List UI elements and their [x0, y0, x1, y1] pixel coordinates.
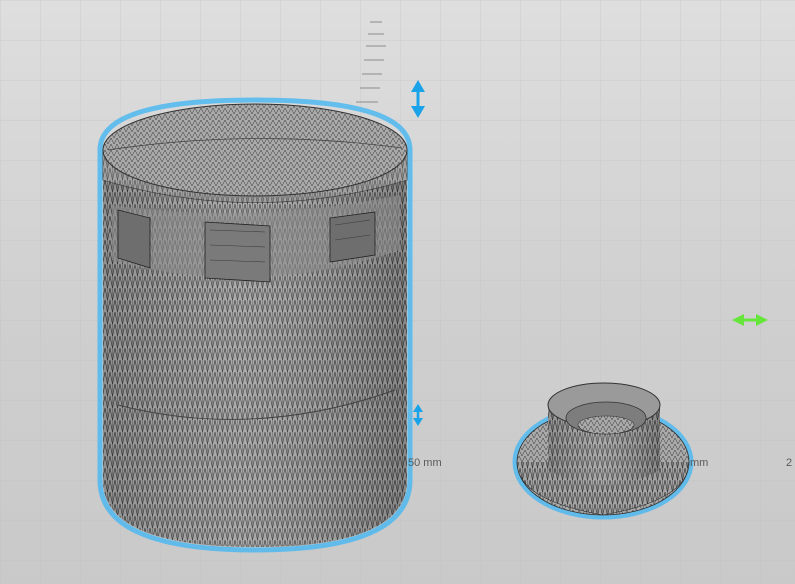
measurement-label-edge: 2 — [786, 457, 793, 469]
3d-viewport[interactable]: 50 mm mm 2 — [0, 0, 795, 584]
measurement-label-mm: mm — [690, 457, 709, 469]
measurement-label-50mm: 50 mm — [408, 457, 442, 469]
scene-canvas[interactable] — [0, 0, 795, 584]
large-cylinder-container[interactable] — [97, 97, 413, 553]
